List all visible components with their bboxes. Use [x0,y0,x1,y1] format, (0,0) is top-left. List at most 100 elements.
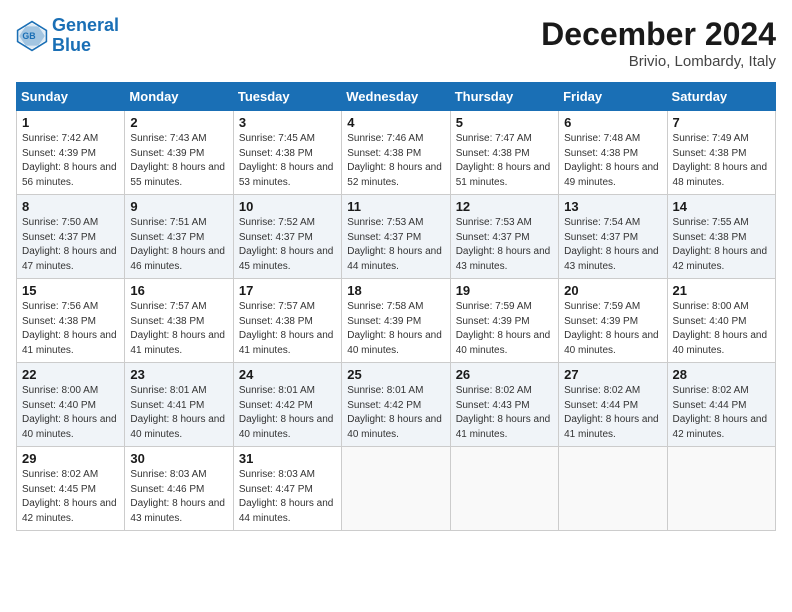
calendar-cell: 21 Sunrise: 8:00 AM Sunset: 4:40 PM Dayl… [667,279,775,363]
calendar-cell: 30 Sunrise: 8:03 AM Sunset: 4:46 PM Dayl… [125,447,233,531]
calendar-cell: 29 Sunrise: 8:02 AM Sunset: 4:45 PM Dayl… [17,447,125,531]
calendar-cell: 20 Sunrise: 7:59 AM Sunset: 4:39 PM Dayl… [559,279,667,363]
day-number: 20 [564,283,661,298]
calendar-week-row: 29 Sunrise: 8:02 AM Sunset: 4:45 PM Dayl… [17,447,776,531]
calendar-cell: 14 Sunrise: 7:55 AM Sunset: 4:38 PM Dayl… [667,195,775,279]
day-detail: Sunrise: 8:01 AM Sunset: 4:42 PM Dayligh… [347,384,444,442]
day-number: 27 [564,367,661,382]
day-detail: Sunrise: 8:01 AM Sunset: 4:41 PM Dayligh… [130,384,227,442]
calendar-cell [450,447,558,531]
day-number: 21 [673,283,770,298]
weekday-header: Friday [559,83,667,111]
calendar-cell: 17 Sunrise: 7:57 AM Sunset: 4:38 PM Dayl… [233,279,341,363]
weekday-header: Monday [125,83,233,111]
day-number: 26 [456,367,553,382]
day-number: 25 [347,367,444,382]
calendar-cell: 28 Sunrise: 8:02 AM Sunset: 4:44 PM Dayl… [667,363,775,447]
day-detail: Sunrise: 7:59 AM Sunset: 4:39 PM Dayligh… [456,300,553,358]
calendar-week-row: 8 Sunrise: 7:50 AM Sunset: 4:37 PM Dayli… [17,195,776,279]
calendar-cell: 25 Sunrise: 8:01 AM Sunset: 4:42 PM Dayl… [342,363,450,447]
day-detail: Sunrise: 7:57 AM Sunset: 4:38 PM Dayligh… [239,300,336,358]
day-detail: Sunrise: 7:55 AM Sunset: 4:38 PM Dayligh… [673,216,770,274]
weekday-header: Sunday [17,83,125,111]
calendar-cell: 23 Sunrise: 8:01 AM Sunset: 4:41 PM Dayl… [125,363,233,447]
calendar-cell: 4 Sunrise: 7:46 AM Sunset: 4:38 PM Dayli… [342,111,450,195]
calendar-week-row: 15 Sunrise: 7:56 AM Sunset: 4:38 PM Dayl… [17,279,776,363]
weekday-header: Thursday [450,83,558,111]
day-detail: Sunrise: 7:42 AM Sunset: 4:39 PM Dayligh… [22,132,119,190]
logo-icon: GB [16,20,48,52]
calendar-cell: 1 Sunrise: 7:42 AM Sunset: 4:39 PM Dayli… [17,111,125,195]
day-number: 5 [456,115,553,130]
day-detail: Sunrise: 7:58 AM Sunset: 4:39 PM Dayligh… [347,300,444,358]
logo-text: General Blue [52,16,119,56]
day-number: 1 [22,115,119,130]
calendar-cell [559,447,667,531]
day-detail: Sunrise: 7:46 AM Sunset: 4:38 PM Dayligh… [347,132,444,190]
location-subtitle: Brivio, Lombardy, Italy [541,53,776,70]
calendar-cell: 11 Sunrise: 7:53 AM Sunset: 4:37 PM Dayl… [342,195,450,279]
day-detail: Sunrise: 7:45 AM Sunset: 4:38 PM Dayligh… [239,132,336,190]
day-detail: Sunrise: 8:03 AM Sunset: 4:47 PM Dayligh… [239,468,336,526]
day-number: 28 [673,367,770,382]
day-detail: Sunrise: 8:02 AM Sunset: 4:44 PM Dayligh… [673,384,770,442]
page-header: GB General Blue December 2024 Brivio, Lo… [16,16,776,70]
day-detail: Sunrise: 8:03 AM Sunset: 4:46 PM Dayligh… [130,468,227,526]
day-detail: Sunrise: 7:53 AM Sunset: 4:37 PM Dayligh… [456,216,553,274]
calendar-week-row: 22 Sunrise: 8:00 AM Sunset: 4:40 PM Dayl… [17,363,776,447]
logo: GB General Blue [16,16,119,56]
day-detail: Sunrise: 7:50 AM Sunset: 4:37 PM Dayligh… [22,216,119,274]
day-detail: Sunrise: 7:59 AM Sunset: 4:39 PM Dayligh… [564,300,661,358]
day-number: 13 [564,199,661,214]
day-number: 15 [22,283,119,298]
calendar-cell: 16 Sunrise: 7:57 AM Sunset: 4:38 PM Dayl… [125,279,233,363]
day-number: 8 [22,199,119,214]
calendar-cell: 5 Sunrise: 7:47 AM Sunset: 4:38 PM Dayli… [450,111,558,195]
calendar-cell: 18 Sunrise: 7:58 AM Sunset: 4:39 PM Dayl… [342,279,450,363]
title-block: December 2024 Brivio, Lombardy, Italy [541,16,776,70]
day-number: 22 [22,367,119,382]
month-title: December 2024 [541,16,776,53]
logo-line1: General [52,15,119,35]
day-number: 17 [239,283,336,298]
day-number: 19 [456,283,553,298]
weekday-header: Saturday [667,83,775,111]
svg-text:GB: GB [22,31,35,41]
day-detail: Sunrise: 8:01 AM Sunset: 4:42 PM Dayligh… [239,384,336,442]
calendar-cell: 6 Sunrise: 7:48 AM Sunset: 4:38 PM Dayli… [559,111,667,195]
calendar-cell: 22 Sunrise: 8:00 AM Sunset: 4:40 PM Dayl… [17,363,125,447]
day-number: 18 [347,283,444,298]
day-number: 2 [130,115,227,130]
day-detail: Sunrise: 8:00 AM Sunset: 4:40 PM Dayligh… [673,300,770,358]
day-number: 3 [239,115,336,130]
day-number: 31 [239,451,336,466]
day-detail: Sunrise: 8:00 AM Sunset: 4:40 PM Dayligh… [22,384,119,442]
day-number: 11 [347,199,444,214]
day-number: 10 [239,199,336,214]
weekday-header: Wednesday [342,83,450,111]
day-number: 14 [673,199,770,214]
day-detail: Sunrise: 8:02 AM Sunset: 4:45 PM Dayligh… [22,468,119,526]
calendar-cell: 15 Sunrise: 7:56 AM Sunset: 4:38 PM Dayl… [17,279,125,363]
day-number: 16 [130,283,227,298]
day-number: 9 [130,199,227,214]
day-detail: Sunrise: 7:51 AM Sunset: 4:37 PM Dayligh… [130,216,227,274]
day-number: 4 [347,115,444,130]
day-number: 30 [130,451,227,466]
day-number: 23 [130,367,227,382]
calendar-cell: 26 Sunrise: 8:02 AM Sunset: 4:43 PM Dayl… [450,363,558,447]
calendar-cell: 8 Sunrise: 7:50 AM Sunset: 4:37 PM Dayli… [17,195,125,279]
day-number: 12 [456,199,553,214]
logo-line2: Blue [52,35,91,55]
calendar-header-row: SundayMondayTuesdayWednesdayThursdayFrid… [17,83,776,111]
day-number: 29 [22,451,119,466]
calendar-cell: 31 Sunrise: 8:03 AM Sunset: 4:47 PM Dayl… [233,447,341,531]
calendar-cell [342,447,450,531]
calendar-cell: 10 Sunrise: 7:52 AM Sunset: 4:37 PM Dayl… [233,195,341,279]
day-detail: Sunrise: 7:54 AM Sunset: 4:37 PM Dayligh… [564,216,661,274]
day-detail: Sunrise: 7:52 AM Sunset: 4:37 PM Dayligh… [239,216,336,274]
day-detail: Sunrise: 7:53 AM Sunset: 4:37 PM Dayligh… [347,216,444,274]
calendar-cell: 27 Sunrise: 8:02 AM Sunset: 4:44 PM Dayl… [559,363,667,447]
calendar-cell: 9 Sunrise: 7:51 AM Sunset: 4:37 PM Dayli… [125,195,233,279]
calendar-cell: 13 Sunrise: 7:54 AM Sunset: 4:37 PM Dayl… [559,195,667,279]
